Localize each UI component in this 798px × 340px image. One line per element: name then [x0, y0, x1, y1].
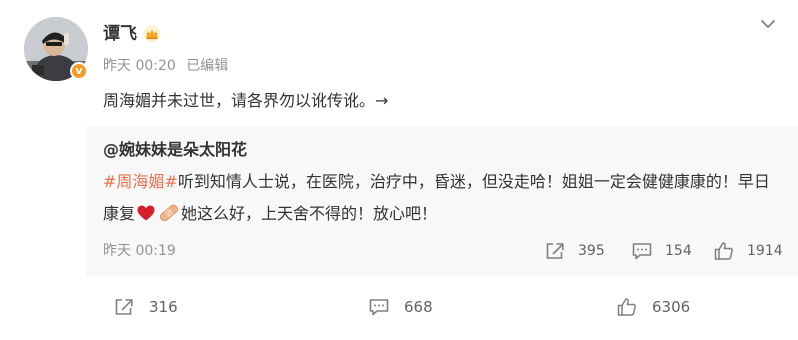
repost-icon: [115, 299, 133, 315]
weibo-post: v 谭飞 昨天 00:20 已编辑 周海媚并未过世，请各界勿以讹传讹。→ @婉妹…: [0, 0, 798, 340]
verified-icon: v: [70, 62, 88, 80]
hashtag-link[interactable]: #周海媚#: [103, 172, 178, 191]
reposted-card[interactable]: @婉妹妹是朵太阳花 #周海媚#听到知情人士说，在医院，治疗中，昏迷，但没走哈！姐…: [86, 126, 798, 276]
repost-text-part2: 她这么好，上天舍不得的！放心吧！: [181, 204, 438, 223]
repost-comment-count: 154: [665, 243, 692, 259]
post-time[interactable]: 昨天 00:20: [103, 58, 176, 74]
heart-emoji: [137, 205, 155, 221]
repost-author[interactable]: @婉妹妹是朵太阳花: [103, 139, 247, 161]
repost-like-button[interactable]: 1914: [713, 239, 783, 263]
crown-icon[interactable]: [143, 25, 161, 43]
repost-count: 316: [149, 298, 178, 316]
like-icon: [617, 298, 636, 316]
repost-button[interactable]: 316: [113, 295, 178, 319]
like-button[interactable]: 6306: [616, 295, 690, 319]
like-count: 6306: [652, 298, 691, 316]
repost-icon: [546, 243, 564, 259]
post-meta: 昨天 00:20 已编辑: [103, 57, 234, 75]
repost-repost-button[interactable]: 395: [544, 239, 605, 263]
author-name[interactable]: 谭飞: [103, 23, 137, 45]
post-footer: 316 668 6306: [0, 283, 798, 329]
repost-time[interactable]: 昨天 00:19: [103, 241, 176, 261]
edited-label[interactable]: 已编辑: [186, 58, 228, 74]
comment-icon: [369, 299, 389, 316]
chevron-down-icon[interactable]: [758, 14, 778, 34]
repost-comment-button[interactable]: 154: [631, 239, 692, 263]
repost-like-count: 1914: [747, 243, 783, 259]
repost-text: #周海媚#听到知情人士说，在医院，治疗中，昏迷，但没走哈！姐姐一定会健健康康的！…: [103, 166, 783, 230]
bandage-emoji: [160, 204, 179, 222]
repost-repost-count: 395: [578, 243, 605, 259]
comment-button[interactable]: 668: [368, 295, 433, 319]
comment-count: 668: [404, 298, 433, 316]
like-icon: [714, 242, 733, 260]
post-text: 周海媚并未过世，请各界勿以讹传讹。→: [103, 91, 389, 110]
comment-icon: [632, 243, 652, 260]
